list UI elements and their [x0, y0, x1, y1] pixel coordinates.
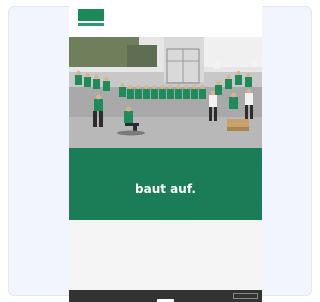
cookie-more-button[interactable] [233, 293, 258, 299]
logo-mark [78, 9, 104, 21]
logo-stripe [78, 23, 104, 26]
content-area [69, 220, 262, 290]
cookie-banner [69, 290, 262, 302]
website-preview: baut auf. [69, 6, 262, 302]
hero-title: baut auf. [135, 182, 196, 196]
hero-band: baut auf. [69, 148, 262, 220]
team-photo [69, 37, 262, 148]
company-logo[interactable] [78, 9, 106, 34]
site-header [69, 6, 262, 37]
